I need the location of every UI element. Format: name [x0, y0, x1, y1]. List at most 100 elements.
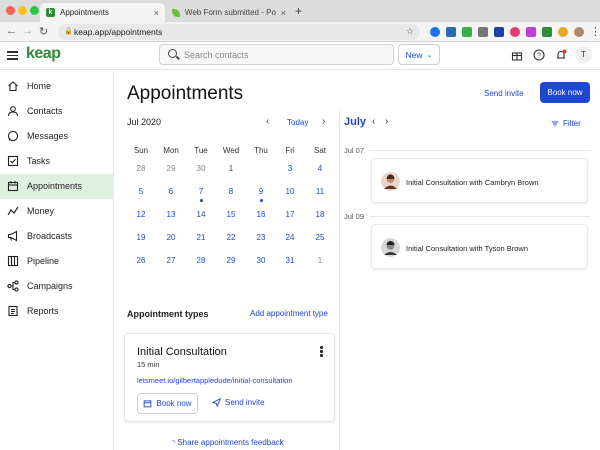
calendar-day[interactable]: 5 — [129, 182, 153, 202]
calendar-day[interactable]: 28 — [189, 251, 213, 271]
calendar-day[interactable]: 6 — [159, 182, 183, 202]
calendar-day[interactable]: 17 — [278, 205, 302, 225]
add-appointment-type-link[interactable]: Add appointment type — [250, 309, 328, 318]
search-contacts-input[interactable]: Search contacts — [159, 44, 394, 65]
user-avatar[interactable]: T — [575, 46, 592, 63]
agenda-event-card[interactable]: Initial Consultation with Tyson Brown — [371, 224, 588, 269]
calendar-day[interactable]: 22 — [219, 228, 243, 248]
extension-icon[interactable] — [510, 27, 520, 37]
calendar-day[interactable]: 29 — [159, 159, 183, 179]
calendar-day[interactable]: 15 — [219, 205, 243, 225]
money-icon — [7, 206, 19, 216]
sidebar-item-label: Appointments — [27, 181, 83, 191]
calendar-day[interactable]: 18 — [308, 205, 332, 225]
send-invite-link[interactable]: Send invite — [484, 89, 524, 98]
calendar-day[interactable]: 28 — [129, 159, 153, 179]
sidebar-item-money[interactable]: Money — [0, 199, 114, 224]
filter-button[interactable]: Filter — [551, 119, 581, 128]
notifications-bell-icon[interactable] — [555, 49, 567, 61]
calendar-next-month-icon[interactable]: › — [322, 116, 325, 127]
back-button[interactable]: ← — [6, 25, 17, 37]
browser-menu-icon[interactable]: ⋮ — [590, 25, 600, 38]
agenda-event-card[interactable]: Initial Consultation with Cambryn Brown — [371, 158, 588, 203]
calendar-day[interactable]: 26 — [129, 251, 153, 271]
extension-icon[interactable] — [542, 27, 552, 37]
sidebar-item-pipeline[interactable]: Pipeline — [0, 249, 114, 274]
maximize-window-button[interactable] — [30, 6, 39, 15]
agenda-next-icon[interactable]: › — [385, 116, 388, 127]
calendar-today-button[interactable]: Today — [287, 118, 308, 127]
extension-icon[interactable] — [446, 27, 456, 37]
sidebar-item-tasks[interactable]: Tasks — [0, 149, 114, 174]
calendar-day[interactable]: 20 — [159, 228, 183, 248]
agenda-prev-icon[interactable]: ‹ — [372, 116, 375, 127]
sidebar-item-reports[interactable]: Reports — [0, 299, 114, 324]
card-send-invite-button[interactable]: Send invite — [212, 398, 265, 407]
bookmark-star-icon[interactable]: ☆ — [406, 26, 414, 37]
calendar-day[interactable]: 1 — [308, 251, 332, 271]
sidebar-item-home[interactable]: Home — [0, 74, 114, 99]
calendar-day[interactable]: 14 — [189, 205, 213, 225]
new-button[interactable]: New ⌄ — [398, 44, 440, 65]
close-tab-icon[interactable]: × — [154, 8, 159, 18]
calendar-day[interactable]: 31 — [278, 251, 302, 271]
appointment-type-name: Initial Consultation — [137, 346, 227, 358]
tab-appointments[interactable]: k Appointments × — [40, 3, 165, 22]
help-icon[interactable]: ? — [533, 49, 545, 61]
calendar-day[interactable]: 16 — [249, 205, 273, 225]
new-tab-button[interactable]: + — [295, 4, 302, 18]
calendar-day[interactable]: 24 — [278, 228, 302, 248]
sidebar-item-campaigns[interactable]: Campaigns — [0, 274, 114, 299]
sidebar-item-broadcasts[interactable]: Broadcasts — [0, 224, 114, 249]
calendar-day[interactable]: 12 — [129, 205, 153, 225]
calendar-day[interactable]: 19 — [129, 228, 153, 248]
calendar-day[interactable]: 2 — [249, 158, 273, 179]
share-feedback-link[interactable]: ◝ Share appointments feedback — [172, 438, 284, 447]
sidebar-item-messages[interactable]: Messages — [0, 124, 114, 149]
pipeline-icon — [7, 255, 19, 267]
sidebar-item-appointments[interactable]: Appointments — [0, 174, 114, 199]
hamburger-menu-icon[interactable] — [7, 51, 18, 60]
calendar-day[interactable]: 25 — [308, 228, 332, 248]
calendar-day[interactable]: 29 — [219, 251, 243, 271]
calendar-day[interactable]: 13 — [159, 205, 183, 225]
calendar-day[interactable]: 23 — [249, 228, 273, 248]
agenda-date-divider — [370, 216, 590, 217]
calendar-day[interactable]: 27 — [159, 251, 183, 271]
camera-extension-icon[interactable] — [478, 27, 488, 37]
reload-button[interactable]: ↻ — [39, 25, 48, 38]
tab-web-form[interactable]: Web Form submitted - Powere × — [166, 3, 292, 22]
extension-icon[interactable] — [494, 27, 504, 37]
minimize-window-button[interactable] — [18, 6, 27, 15]
book-now-button[interactable]: Book now — [540, 82, 590, 103]
calendar-day[interactable]: 1 — [219, 159, 243, 179]
calendar-day[interactable]: 3 — [278, 159, 302, 179]
tab-title: Web Form submitted - Powere — [184, 8, 276, 17]
calendar-day[interactable]: 8 — [219, 182, 243, 202]
close-window-button[interactable] — [6, 6, 15, 15]
calendar-day[interactable]: 11 — [308, 182, 332, 202]
close-tab-icon[interactable]: × — [281, 8, 286, 18]
calendar-day[interactable]: 21 — [189, 228, 213, 248]
browser-tab-bar: k Appointments × Web Form submitted - Po… — [0, 0, 600, 22]
sidebar-item-label: Pipeline — [27, 256, 60, 266]
extension-icon[interactable] — [430, 27, 440, 37]
calendar-day[interactable]: 30 — [189, 159, 213, 179]
calendar-day[interactable]: 10 — [278, 182, 302, 202]
forward-button[interactable]: → — [22, 25, 33, 37]
booking-link[interactable]: letsmeet.io/gilbertappledude/initial-con… — [137, 376, 293, 385]
more-options-icon[interactable] — [320, 346, 323, 358]
campaign-icon — [7, 280, 19, 292]
extension-icon[interactable] — [558, 27, 568, 37]
card-book-now-button[interactable]: Book now — [137, 393, 198, 414]
extension-icon[interactable] — [462, 27, 472, 37]
chat-icon — [7, 130, 19, 142]
profile-avatar-icon[interactable] — [574, 27, 584, 37]
sidebar-item-contacts[interactable]: Contacts — [0, 99, 114, 124]
calendar-prev-month-icon[interactable]: ‹ — [266, 116, 269, 127]
calendar-day[interactable]: 4 — [308, 159, 332, 179]
url-field[interactable]: 🔒 keap.app/appointments ☆ — [58, 24, 420, 40]
extension-icon[interactable] — [526, 27, 536, 37]
calendar-day[interactable]: 30 — [249, 251, 273, 271]
gift-icon[interactable] — [511, 49, 523, 61]
